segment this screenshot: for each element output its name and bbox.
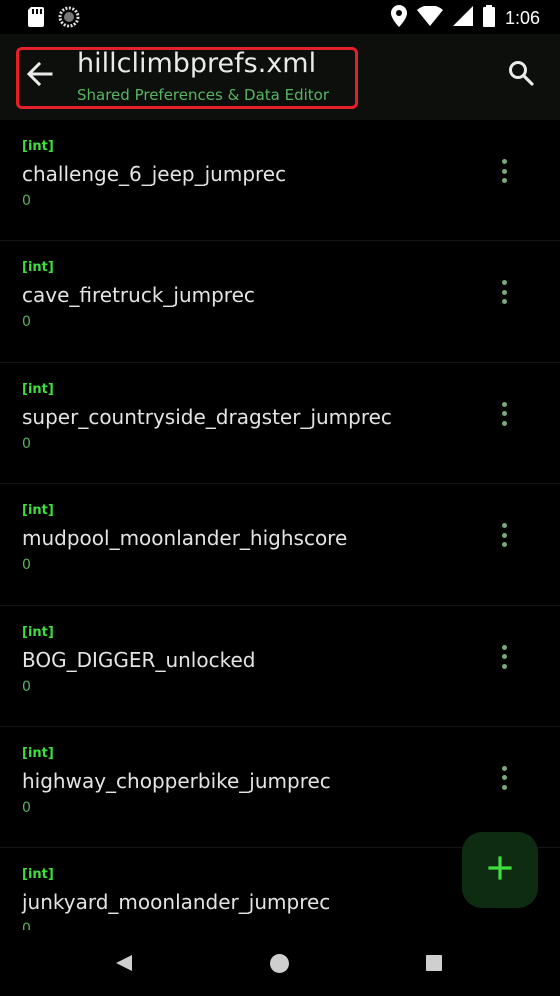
item-key: highway_chopperbike_jumprec [22, 768, 331, 793]
item-key: super_countryside_dragster_jumprec [22, 404, 392, 429]
wifi-icon [416, 5, 443, 30]
item-type-label: [int] [22, 260, 54, 276]
battery-icon [482, 5, 495, 31]
sd-card-icon [28, 7, 44, 31]
item-value: 0 [22, 678, 31, 695]
item-value: 0 [22, 435, 31, 452]
overflow-menu-icon[interactable] [492, 399, 516, 429]
add-preference-button[interactable] [462, 832, 538, 908]
item-key: mudpool_moonlander_highscore [22, 526, 348, 551]
item-type-label: [int] [22, 867, 54, 883]
preferences-list[interactable]: [int] challenge_6_jeep_jumprec 0 [int] c… [0, 120, 560, 930]
list-item[interactable]: [int] challenge_6_jeep_jumprec 0 [0, 120, 560, 242]
overflow-menu-icon[interactable] [492, 642, 516, 672]
item-value: 0 [22, 314, 31, 331]
item-value: 0 [22, 921, 31, 930]
app-bar: hillclimbprefs.xml Shared Preferences & … [0, 34, 560, 120]
sync-circle-icon [58, 6, 80, 32]
item-value: 0 [22, 799, 31, 816]
overflow-menu-icon[interactable] [492, 763, 516, 793]
overflow-menu-icon[interactable] [492, 520, 516, 550]
nav-home-icon[interactable] [270, 954, 289, 973]
item-key: junkyard_moonlander_jumprec [22, 890, 331, 915]
signal-icon [452, 6, 473, 30]
item-type-label: [int] [22, 503, 54, 519]
item-type-label: [int] [22, 381, 54, 397]
item-type-label: [int] [22, 745, 54, 761]
list-item[interactable]: [int] super_countryside_dragster_jumprec… [0, 363, 560, 485]
item-type-label: [int] [22, 139, 54, 154]
status-time: 1:06 [504, 7, 540, 28]
list-item[interactable]: [int] BOG_DIGGER_unlocked 0 [0, 606, 560, 727]
item-type-label: [int] [22, 624, 54, 640]
item-key: challenge_6_jeep_jumprec [22, 162, 287, 186]
system-nav-bar [0, 930, 560, 996]
item-key: cave_firetruck_jumprec [22, 283, 255, 308]
overflow-menu-icon[interactable] [492, 277, 516, 307]
search-icon [508, 60, 534, 90]
status-bar: 1:06 [0, 0, 560, 34]
nav-recents-icon[interactable] [426, 955, 442, 971]
location-icon [390, 5, 407, 31]
overflow-menu-icon[interactable] [492, 156, 516, 186]
plus-icon [488, 856, 512, 884]
list-item[interactable]: [int] highway_chopperbike_jumprec 0 [0, 727, 560, 849]
item-value: 0 [22, 557, 31, 574]
nav-back-icon[interactable] [114, 953, 134, 977]
item-key: BOG_DIGGER_unlocked [22, 647, 256, 672]
item-value: 0 [22, 193, 31, 209]
page-title: hillclimbprefs.xml [77, 48, 317, 79]
list-item[interactable]: [int] mudpool_moonlander_highscore 0 [0, 484, 560, 606]
page-subtitle: Shared Preferences & Data Editor [77, 86, 330, 104]
search-button[interactable] [506, 60, 536, 90]
list-item[interactable]: [int] cave_firetruck_jumprec 0 [0, 241, 560, 363]
